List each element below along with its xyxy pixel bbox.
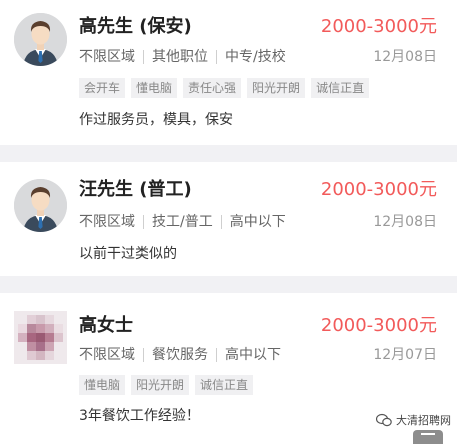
tag: 懂电脑 xyxy=(131,78,178,98)
area: 不限区域 xyxy=(79,49,135,65)
wechat-icon xyxy=(376,413,392,427)
tag: 责任心强 xyxy=(183,78,242,98)
post-date: 12月08日 xyxy=(373,214,437,230)
candidate-meta: 不限区域 技工/普工 高中以下 xyxy=(79,213,286,231)
watermark: 大清招聘网 xyxy=(376,412,451,428)
post-date: 12月07日 xyxy=(373,347,437,363)
blurred-avatar xyxy=(14,311,67,364)
area: 不限区域 xyxy=(79,347,135,363)
male-avatar xyxy=(14,13,67,66)
tag-list: 会开车 懂电脑 责任心强 阳光开朗 诚信正直 xyxy=(79,78,370,98)
candidate-description: 以前干过类似的 xyxy=(79,246,177,262)
candidate-card[interactable]: 高女士 2000-3000元 不限区域 餐饮服务 高中以下 12月07日 懂电脑… xyxy=(0,293,457,444)
position: 其他职位 xyxy=(152,49,208,65)
back-to-top-button[interactable] xyxy=(413,430,443,444)
candidate-card[interactable]: 高先生 (保安) 2000-3000元 不限区域 其他职位 中专/技校 12月0… xyxy=(0,0,457,145)
candidate-card[interactable]: 汪先生 (普工) 2000-3000元 不限区域 技工/普工 高中以下 12月0… xyxy=(0,162,457,276)
tag: 阳光开朗 xyxy=(131,375,190,395)
candidate-name[interactable]: 高先生 (保安) xyxy=(79,16,192,38)
watermark-text: 大清招聘网 xyxy=(396,414,451,427)
salary: 2000-3000元 xyxy=(320,315,437,336)
tag: 阳光开朗 xyxy=(247,78,306,98)
tag: 诚信正直 xyxy=(195,375,254,395)
salary: 2000-3000元 xyxy=(320,16,437,37)
tag: 懂电脑 xyxy=(79,375,126,395)
candidate-description: 作过服务员，模具，保安 xyxy=(79,112,233,128)
position: 技工/普工 xyxy=(152,214,213,230)
education: 中专/技校 xyxy=(225,49,286,65)
candidate-description: 3年餐饮工作经验！ xyxy=(79,408,200,424)
salary: 2000-3000元 xyxy=(320,179,437,200)
area: 不限区域 xyxy=(79,214,135,230)
arrow-up-icon xyxy=(421,433,435,435)
tag: 诚信正直 xyxy=(311,78,370,98)
position: 餐饮服务 xyxy=(152,347,208,363)
education: 高中以下 xyxy=(229,214,286,230)
male-avatar xyxy=(14,179,67,232)
candidate-name[interactable]: 高女士 xyxy=(79,315,133,337)
education: 高中以下 xyxy=(225,347,281,363)
candidate-meta: 不限区域 餐饮服务 高中以下 xyxy=(79,346,281,364)
candidate-meta: 不限区域 其他职位 中专/技校 xyxy=(79,48,286,66)
tag: 会开车 xyxy=(79,78,126,98)
post-date: 12月08日 xyxy=(373,49,437,65)
tag-list: 懂电脑 阳光开朗 诚信正直 xyxy=(79,375,254,395)
candidate-name[interactable]: 汪先生 (普工) xyxy=(79,179,192,201)
